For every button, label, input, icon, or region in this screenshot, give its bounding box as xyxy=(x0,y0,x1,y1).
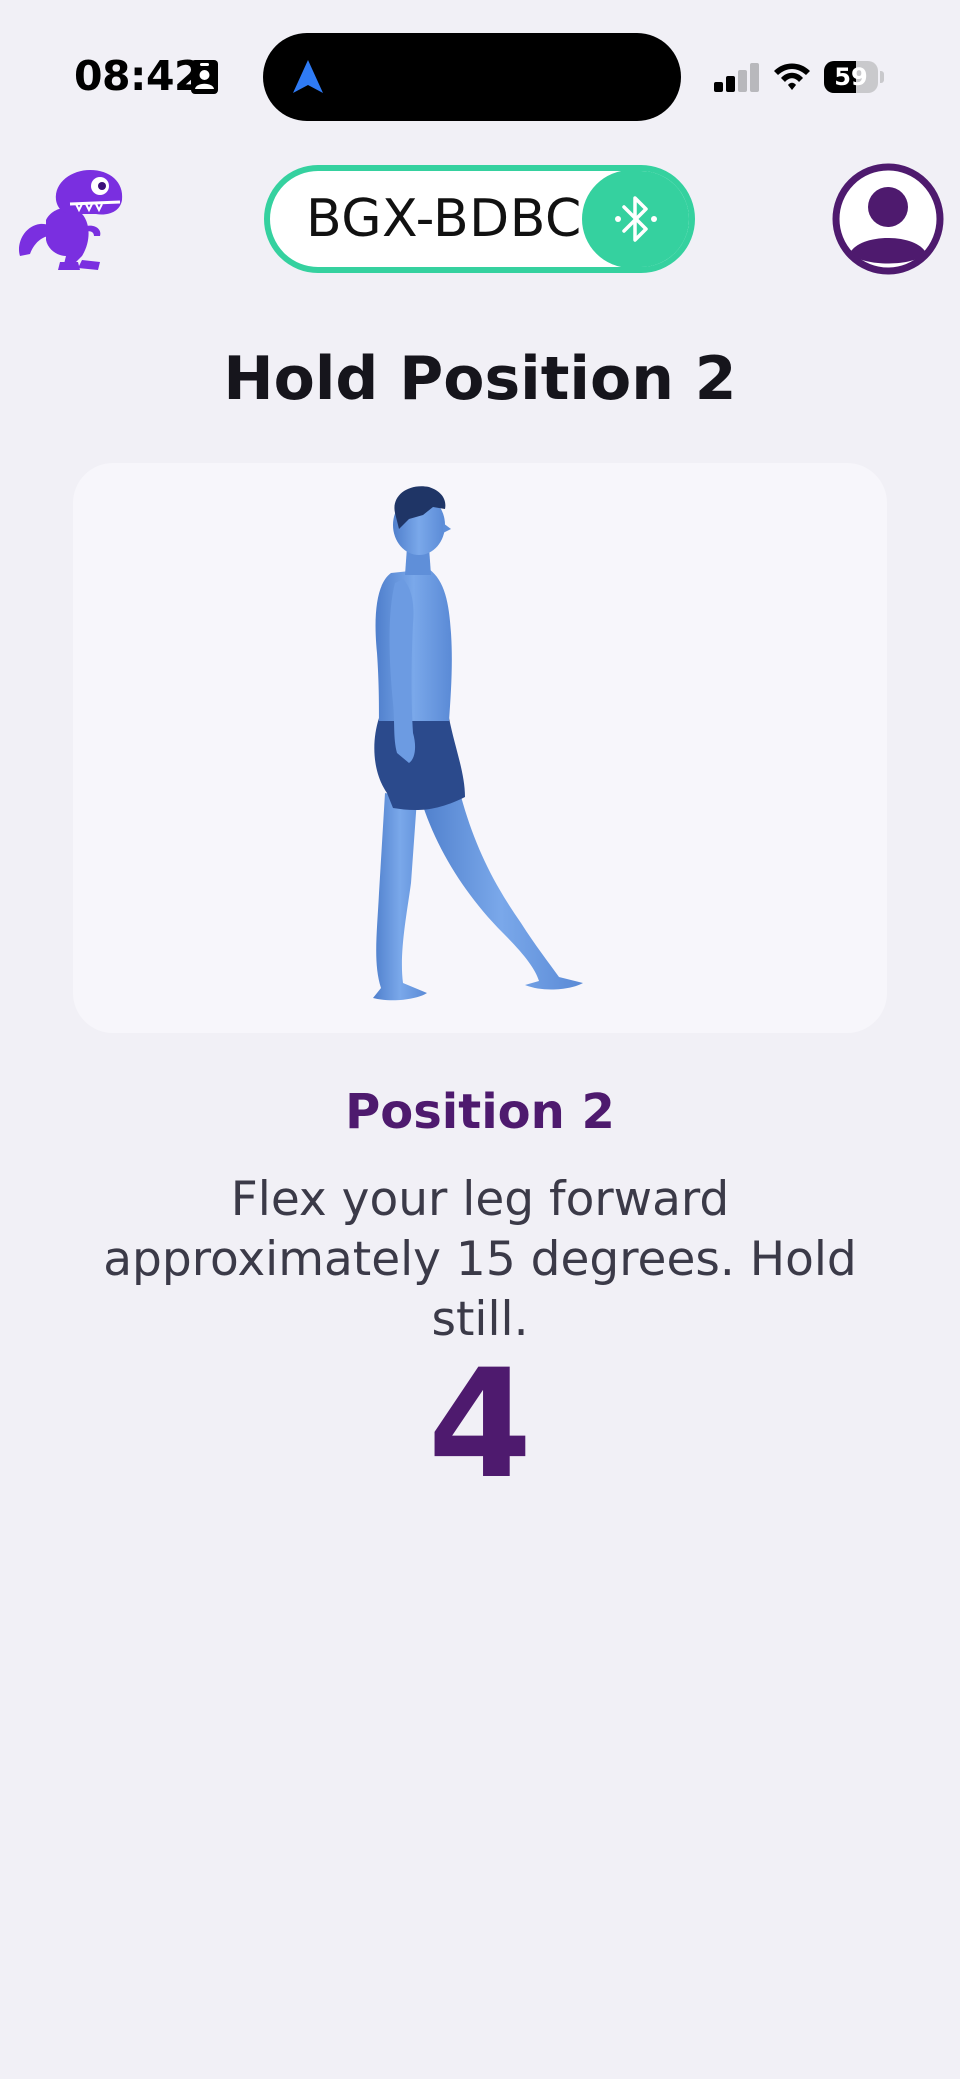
battery-indicator: 59 xyxy=(824,61,884,93)
wifi-icon xyxy=(774,63,810,90)
cellular-signal-icon xyxy=(714,63,759,92)
instruction-text: Flex your leg forward approximately 15 d… xyxy=(103,1172,857,1347)
page-title: Hold Position 2 xyxy=(223,344,737,414)
human-figure-illustration xyxy=(373,486,583,1001)
device-name: BGX-BDBC xyxy=(306,189,582,249)
bluetooth-icon xyxy=(615,196,657,242)
user-profile-icon[interactable] xyxy=(832,163,944,275)
status-time: 08:42 xyxy=(74,52,203,100)
contact-card-icon xyxy=(191,60,218,94)
dynamic-island xyxy=(263,33,681,121)
dinosaur-logo-icon[interactable] xyxy=(16,164,126,274)
figure-card xyxy=(73,463,887,1033)
position-label: Position 2 xyxy=(345,1084,615,1140)
status-bar: 08:42 59 xyxy=(0,0,960,150)
navigation-arrow-icon xyxy=(293,60,323,93)
bluetooth-button[interactable] xyxy=(582,171,689,267)
battery-percent: 59 xyxy=(834,63,868,91)
device-connection-pill[interactable]: BGX-BDBC xyxy=(264,165,695,273)
countdown-timer: 4 xyxy=(427,1338,533,1512)
